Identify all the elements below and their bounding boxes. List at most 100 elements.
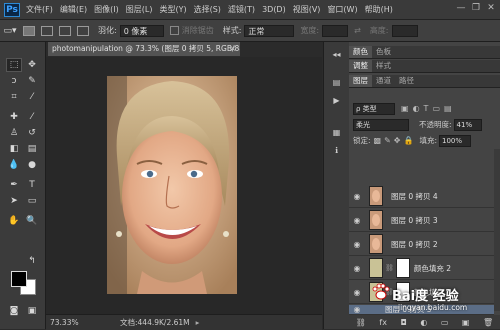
menu-select[interactable]: 选择(S) [194, 4, 221, 15]
quick-select-icon[interactable]: ✎ [24, 74, 40, 88]
move-icon[interactable]: ✥ [24, 58, 40, 72]
layers-scrollbar[interactable] [494, 149, 500, 311]
marquee-preset-icon[interactable]: ▭▾ [0, 24, 20, 38]
visibility-eye-icon[interactable]: ◉ [349, 240, 365, 249]
opacity-input[interactable]: 41% [453, 118, 482, 131]
blur-icon[interactable]: 💧 [6, 158, 22, 172]
menu-window[interactable]: 窗口(W) [327, 4, 357, 15]
gradient-icon[interactable]: ▤ [24, 142, 40, 156]
lock-position-icon[interactable]: ✥ [394, 136, 401, 145]
subtract-selection-icon[interactable] [59, 25, 71, 36]
lock-all-icon[interactable]: 🔒 [404, 136, 414, 145]
zoom-level[interactable]: 73.33% [50, 318, 90, 327]
actions-panel-icon[interactable]: ▶ [330, 96, 343, 107]
foreground-color-swatch[interactable] [11, 271, 27, 287]
new-layer-icon[interactable]: ▣ [462, 318, 470, 327]
fill-label: 填充: [419, 136, 437, 145]
style-select[interactable]: 正常 [244, 24, 295, 37]
delete-layer-icon[interactable]: 🗑 [483, 318, 493, 327]
menu-filter[interactable]: 滤镜(T) [228, 4, 255, 15]
tab-swatches[interactable]: 色板 [372, 46, 395, 58]
lasso-icon[interactable]: ↄ [6, 74, 22, 88]
intersect-selection-icon[interactable] [77, 25, 89, 36]
brush-icon[interactable]: ⁄ [24, 110, 40, 124]
menu-type[interactable]: 类型(Y) [159, 4, 186, 15]
menu-image[interactable]: 图像(I) [94, 4, 119, 15]
adjustment-layer-icon[interactable]: ◐ [420, 318, 427, 327]
filter-smart-icon[interactable]: ▤ [444, 104, 452, 113]
layer-kind-select[interactable]: ρ 类型 [353, 102, 395, 115]
layer-style-icon[interactable]: fx [379, 318, 387, 327]
pen-icon[interactable]: ✒ [6, 178, 22, 192]
healing-brush-icon[interactable]: ✚ [6, 110, 22, 124]
shape-icon[interactable]: ▭ [24, 194, 40, 208]
feather-input[interactable]: 0 像素 [119, 24, 164, 37]
dodge-icon[interactable]: ● [24, 158, 40, 172]
eyedropper-icon[interactable]: ⁄ [24, 90, 40, 104]
blend-mode-select[interactable]: 柔光 [353, 118, 409, 131]
layer-row[interactable]: ◉ 图层 0 拷贝 3 [349, 209, 494, 232]
group-icon[interactable]: ▭ [441, 318, 449, 327]
lock-pixels-icon[interactable]: ✎ [384, 136, 391, 145]
filter-adjust-icon[interactable]: ◐ [413, 104, 420, 113]
filter-pixel-icon[interactable]: ▣ [401, 104, 409, 113]
visibility-eye-icon[interactable]: ◉ [349, 264, 365, 273]
hand-icon[interactable]: ✋ [6, 214, 22, 228]
document-tab[interactable]: photomanipulation @ 73.3% (图层 0 拷贝 5, RG… [48, 42, 240, 56]
menu-layer[interactable]: 图层(L) [126, 4, 153, 15]
type-icon[interactable]: T [24, 178, 40, 192]
layer-row[interactable]: ◉ 图层 0 拷贝 4 [349, 185, 494, 208]
visibility-eye-icon[interactable]: ◉ [349, 216, 365, 225]
visibility-eye-icon[interactable]: ◉ [349, 305, 365, 314]
filter-type-icon[interactable]: T [424, 104, 429, 113]
menu-file[interactable]: 文件(F) [26, 4, 53, 15]
quick-mask-icon[interactable]: ◙ [6, 304, 22, 318]
swap-colors-icon[interactable]: ↰ [24, 254, 40, 268]
tab-paths[interactable]: 路径 [395, 75, 418, 87]
menu-help[interactable]: 帮助(H) [365, 4, 393, 15]
status-arrow-icon[interactable]: ▸ [196, 318, 200, 327]
tab-channels[interactable]: 通道 [372, 75, 395, 87]
filter-shape-icon[interactable]: ▭ [432, 104, 440, 113]
add-selection-icon[interactable] [41, 25, 53, 36]
info-panel-icon[interactable]: ℹ [330, 146, 343, 157]
swap-icon[interactable]: ⇄ [354, 26, 361, 35]
link-layers-icon[interactable]: ⛓ [356, 318, 366, 327]
properties-panel-icon[interactable]: ▦ [330, 128, 343, 139]
close-button[interactable]: ✕ [486, 3, 496, 13]
height-input[interactable] [391, 24, 418, 37]
new-selection-icon[interactable] [23, 25, 35, 36]
visibility-eye-icon[interactable]: ◉ [349, 192, 365, 201]
tab-styles[interactable]: 样式 [372, 60, 395, 72]
layer-row[interactable]: ◉ ⛓ 颜色填充 2 [349, 257, 494, 280]
tab-color[interactable]: 颜色 [349, 46, 372, 58]
close-tab-icon[interactable]: × [230, 42, 236, 56]
menu-3d[interactable]: 3D(D) [262, 5, 286, 14]
rectangular-marquee-icon[interactable]: ⬚ [6, 58, 22, 72]
clone-stamp-icon[interactable]: ♙ [6, 126, 22, 140]
eraser-icon[interactable]: ◧ [6, 142, 22, 156]
history-brush-icon[interactable]: ↺ [24, 126, 40, 140]
menu-edit[interactable]: 编辑(E) [60, 4, 87, 15]
minimize-button[interactable]: — [456, 3, 466, 13]
crop-icon[interactable]: ⌗ [6, 90, 22, 104]
antialias-checkbox[interactable] [169, 26, 179, 35]
portrait-photo[interactable] [107, 76, 237, 294]
canvas-area[interactable] [46, 57, 322, 314]
watermark-text: Bai度 经验 [392, 289, 459, 304]
lock-transparency-icon[interactable]: ▩ [374, 136, 382, 145]
restore-button[interactable]: ❐ [471, 3, 481, 13]
zoom-icon[interactable]: 🔍 [24, 214, 40, 228]
width-input[interactable] [322, 24, 349, 37]
screen-mode-icon[interactable]: ▣ [24, 304, 40, 318]
tab-layers[interactable]: 图层 [349, 75, 372, 87]
add-mask-icon[interactable]: ◘ [401, 318, 407, 327]
path-select-icon[interactable]: ➤ [6, 194, 22, 208]
visibility-eye-icon[interactable]: ◉ [349, 288, 365, 297]
menu-view[interactable]: 视图(V) [293, 4, 321, 15]
history-panel-icon[interactable]: ▤ [330, 78, 343, 89]
tab-adjustments[interactable]: 调整 [349, 60, 372, 72]
panel-collapse-icon[interactable]: ◂◂ [330, 50, 343, 61]
layer-row[interactable]: ◉ 图层 0 拷贝 2 [349, 233, 494, 256]
fill-input[interactable]: 100% [439, 134, 471, 147]
